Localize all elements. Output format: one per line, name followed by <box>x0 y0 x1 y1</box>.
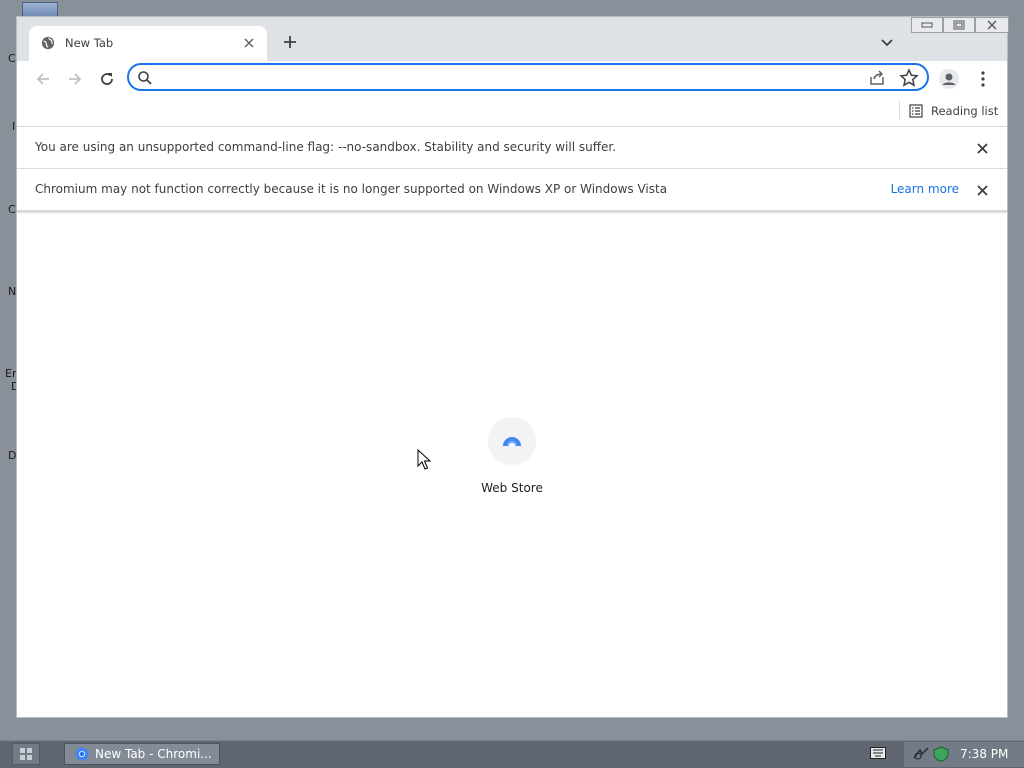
tab-title: New Tab <box>65 36 114 50</box>
learn-more-link[interactable]: Learn more <box>891 182 959 196</box>
network-icon[interactable] <box>912 746 930 762</box>
avatar-icon <box>939 69 959 89</box>
infobar-close-button[interactable] <box>973 139 991 157</box>
profile-button[interactable] <box>935 65 963 93</box>
infobar-message: Chromium may not function correctly beca… <box>35 182 668 196</box>
close-icon <box>976 142 988 154</box>
reading-list-button[interactable]: Reading list <box>909 101 998 121</box>
restore-icon <box>953 20 965 30</box>
grid-icon <box>20 748 32 760</box>
reading-list-icon <box>909 104 923 118</box>
infobar-os-unsupported: Chromium may not function correctly beca… <box>17 169 1007 211</box>
desktop-icon-label[interactable]: N <box>8 285 16 298</box>
taskbar: New Tab - Chromi... 7:38 PM <box>0 740 1024 768</box>
minimize-icon <box>921 22 933 28</box>
star-icon[interactable] <box>899 68 919 88</box>
menu-button[interactable] <box>969 65 997 93</box>
bookmarks-bar: Reading list <box>17 97 1007 127</box>
chevron-down-icon <box>881 39 893 47</box>
infobar-message: You are using an unsupported command-lin… <box>35 140 617 154</box>
system-tray: 7:38 PM <box>904 742 1024 767</box>
shortcut-icon-container <box>488 417 536 465</box>
reload-button[interactable] <box>93 65 121 93</box>
desktop-icon-label[interactable]: Er <box>5 367 16 380</box>
forward-button[interactable] <box>61 65 89 93</box>
taskbar-item-chromium[interactable]: New Tab - Chromi... <box>64 743 220 765</box>
keyboard-icon[interactable] <box>870 747 886 759</box>
start-button[interactable] <box>12 743 40 765</box>
restore-button[interactable] <box>943 17 975 33</box>
toolbar <box>17 61 1007 97</box>
desktop-icon-label[interactable]: C <box>8 203 16 216</box>
address-input[interactable] <box>161 67 865 89</box>
tab-new-tab[interactable]: New Tab <box>29 26 267 61</box>
close-icon <box>987 20 997 30</box>
arrow-right-icon <box>69 73 82 85</box>
close-tab-button[interactable] <box>239 33 259 53</box>
browser-window: New Tab Reading list You are using an un… <box>16 16 1009 718</box>
mouse-cursor-icon <box>417 449 431 470</box>
globe-icon <box>41 36 55 50</box>
omnibox[interactable] <box>127 63 929 91</box>
plus-icon <box>284 36 296 48</box>
desktop-computer-icon[interactable] <box>22 2 58 17</box>
desktop-icon-label[interactable]: I <box>12 120 15 133</box>
chromium-icon <box>75 747 89 761</box>
back-button[interactable] <box>29 65 57 93</box>
shortcut-web-store[interactable]: Web Store <box>462 417 562 495</box>
kebab-menu-icon <box>981 71 985 87</box>
share-icon[interactable] <box>867 68 887 88</box>
infobar-shadow <box>17 211 1007 214</box>
desktop-icon-label[interactable]: C <box>8 52 16 65</box>
shield-icon[interactable] <box>932 746 950 762</box>
window-close-button[interactable] <box>975 17 1009 33</box>
reading-list-label: Reading list <box>931 104 999 118</box>
new-tab-button[interactable] <box>279 31 301 53</box>
tab-search-button[interactable] <box>877 33 897 53</box>
tab-strip: New Tab <box>17 17 1009 61</box>
clock[interactable]: 7:38 PM <box>960 747 1008 761</box>
taskbar-item-label: New Tab - Chromi... <box>95 747 212 761</box>
reload-icon <box>101 73 113 85</box>
web-store-icon <box>503 437 521 446</box>
close-icon <box>244 38 254 48</box>
infobar-close-button[interactable] <box>973 181 991 199</box>
minimize-button[interactable] <box>911 17 943 33</box>
shortcut-label: Web Store <box>481 481 543 495</box>
infobar-sandbox-warning: You are using an unsupported command-lin… <box>17 127 1007 169</box>
arrow-left-icon <box>36 73 49 85</box>
divider <box>899 101 900 119</box>
search-icon <box>138 71 152 85</box>
close-icon <box>976 184 988 196</box>
